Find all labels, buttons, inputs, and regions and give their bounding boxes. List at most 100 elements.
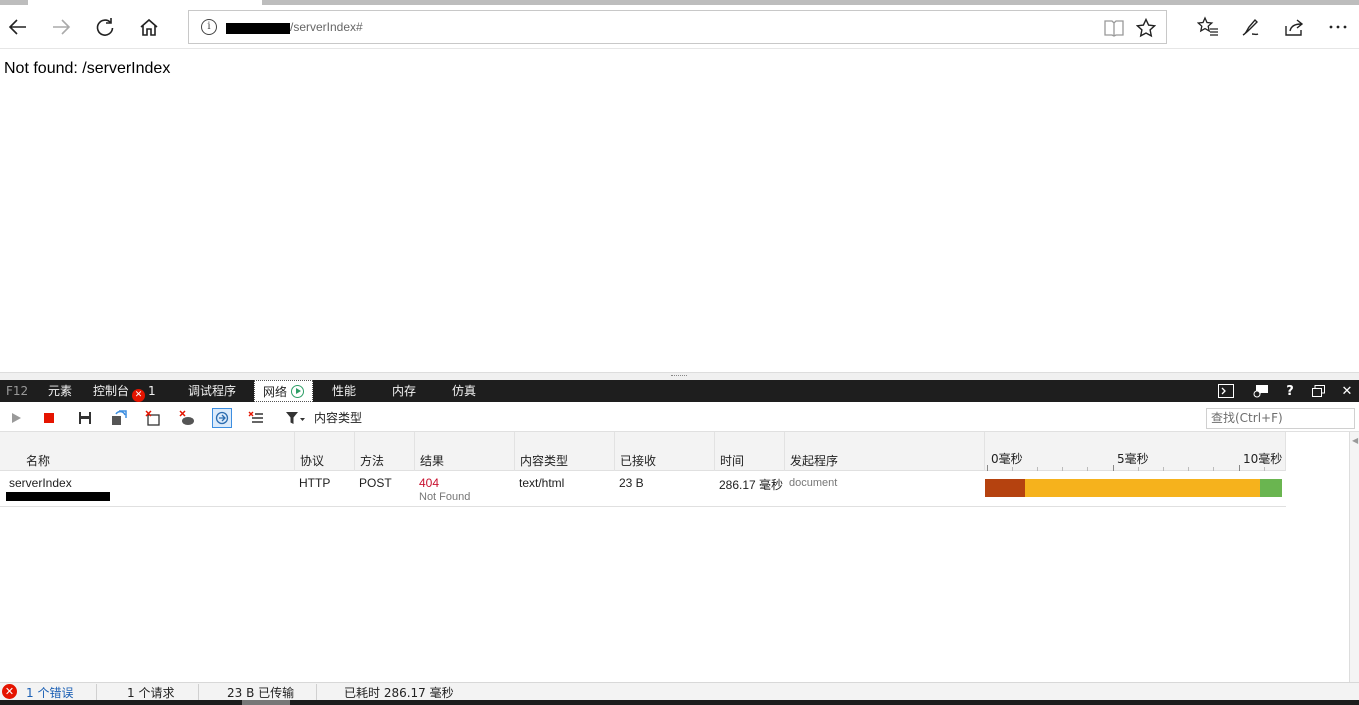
recording-icon	[291, 385, 305, 398]
error-count-link[interactable]: 1 个错误	[26, 684, 73, 701]
back-icon	[8, 19, 26, 35]
page-content: Not found: /serverIndex	[0, 50, 1359, 372]
feedback-button[interactable]	[1251, 380, 1271, 402]
not-found-message: Not found: /serverIndex	[4, 60, 171, 77]
clear-entries-button[interactable]	[246, 408, 266, 428]
clear-list-icon	[248, 411, 263, 423]
favorite-button[interactable]	[1135, 17, 1157, 42]
address-bar[interactable]: i /serverIndex#	[188, 10, 1167, 44]
tab-network[interactable]: 网络	[254, 380, 314, 402]
status-divider	[198, 684, 199, 700]
horizontal-scrollbar[interactable]	[0, 700, 1359, 705]
play-icon	[12, 413, 21, 423]
timing-segment-end	[1260, 479, 1282, 497]
web-note-button[interactable]	[1232, 9, 1268, 45]
find-input[interactable]: 查找(Ctrl+F)	[1206, 408, 1355, 429]
help-icon: ?	[1286, 383, 1294, 399]
header-protocol: 协议	[300, 454, 325, 468]
url-text: /serverIndex#	[290, 20, 363, 34]
header-time: 时间	[720, 454, 745, 468]
request-protocol: HTTP	[299, 476, 331, 490]
timing-segment-transfer	[1025, 479, 1260, 497]
redacted-host	[226, 23, 290, 34]
refresh-icon	[96, 18, 114, 36]
feedback-icon	[1253, 385, 1268, 398]
tab-debugger[interactable]: 调试程序	[188, 380, 236, 402]
network-toolbar: 内容类型 查找(Ctrl+F)	[0, 402, 1359, 432]
back-button[interactable]	[0, 9, 36, 45]
redacted-url	[6, 492, 110, 501]
share-icon	[1285, 19, 1304, 36]
table-row[interactable]: serverIndex HTTP POST 404 Not Found text…	[0, 471, 1286, 507]
request-status-text: Not Found	[419, 491, 471, 503]
header-initiator: 发起程序	[790, 454, 839, 468]
timing-segment-wait	[985, 479, 1025, 497]
undock-icon	[1311, 385, 1325, 397]
tab-console-label: 控制台	[93, 384, 130, 398]
share-button[interactable]	[1276, 9, 1312, 45]
console-drawer-button[interactable]	[1216, 380, 1236, 402]
pen-icon	[1242, 18, 1259, 36]
reading-view-button[interactable]	[1104, 19, 1124, 41]
help-button[interactable]: ?	[1280, 380, 1300, 402]
info-icon[interactable]: i	[201, 19, 217, 35]
home-icon	[140, 18, 158, 36]
grid-scrollbar[interactable]: ◀	[1349, 432, 1359, 682]
clear-on-navigate-icon	[215, 411, 229, 425]
clear-cache-button[interactable]	[143, 408, 163, 428]
forward-button[interactable]	[43, 9, 79, 45]
export-har-button[interactable]	[75, 408, 95, 428]
tab-network-label: 网络	[263, 385, 288, 399]
header-name: 名称	[26, 454, 51, 468]
network-summary-grid: 名称 协议 方法 结果 内容类型 已接收 时间 发起程序 0毫秒 5毫秒 10毫…	[0, 432, 1349, 682]
scroll-up-icon[interactable]: ◀	[1352, 436, 1358, 445]
filter-label: 内容类型	[314, 411, 363, 425]
console-error-count: 1	[148, 384, 156, 398]
header-received: 已接收	[620, 454, 657, 468]
status-divider	[96, 684, 97, 700]
status-divider	[316, 684, 317, 700]
transferred-size: 23 B 已传输	[227, 686, 295, 700]
favorites-hub-button[interactable]	[1190, 9, 1226, 45]
forward-icon	[53, 19, 71, 35]
more-button[interactable]	[1320, 9, 1356, 45]
splitter-grip[interactable]	[671, 375, 687, 377]
always-refresh-button[interactable]	[109, 408, 129, 428]
error-icon: ✕	[2, 684, 17, 699]
start-profiling-button[interactable]	[6, 408, 26, 428]
stop-icon	[44, 413, 54, 423]
home-button[interactable]	[131, 9, 167, 45]
content-type-filter-button[interactable]	[284, 408, 306, 428]
tab-console[interactable]: 控制台 ✕ 1	[93, 380, 156, 402]
tab-elements[interactable]: 元素	[48, 380, 72, 402]
more-icon	[1329, 25, 1347, 29]
clear-cookies-button[interactable]	[177, 408, 197, 428]
save-icon	[79, 412, 91, 424]
header-method: 方法	[360, 454, 385, 468]
request-initiator: document	[789, 477, 838, 489]
request-received: 23 B	[619, 476, 644, 490]
stop-profiling-button[interactable]	[39, 408, 59, 428]
devtools-f12-label: F12	[6, 384, 29, 398]
header-result: 结果	[420, 454, 445, 468]
clear-cache-icon	[145, 410, 160, 426]
request-status: 404	[419, 476, 440, 490]
close-devtools-button[interactable]: ✕	[1337, 380, 1357, 402]
scrollbar-thumb[interactable]	[242, 700, 290, 705]
favorites-hub-icon	[1197, 16, 1218, 36]
tab-memory[interactable]: 内存	[392, 380, 416, 402]
refresh-from-server-icon	[112, 410, 127, 425]
devtools-splitter[interactable]	[0, 372, 1359, 380]
reading-view-icon	[1104, 20, 1124, 37]
request-name: serverIndex	[9, 476, 72, 490]
header-content-type: 内容类型	[520, 454, 569, 468]
request-count: 1 个请求	[127, 686, 175, 700]
undock-button[interactable]	[1308, 380, 1328, 402]
status-bar: ✕ 1 个错误 1 个请求 23 B 已传输 已耗时 286.17 毫秒	[0, 682, 1359, 700]
refresh-button[interactable]	[87, 9, 123, 45]
tab-emulation[interactable]: 仿真	[452, 380, 476, 402]
console-prompt-icon	[1218, 384, 1234, 398]
clear-on-navigate-toggle[interactable]	[212, 408, 232, 428]
tab-performance[interactable]: 性能	[332, 380, 356, 402]
close-icon: ✕	[1341, 383, 1353, 399]
